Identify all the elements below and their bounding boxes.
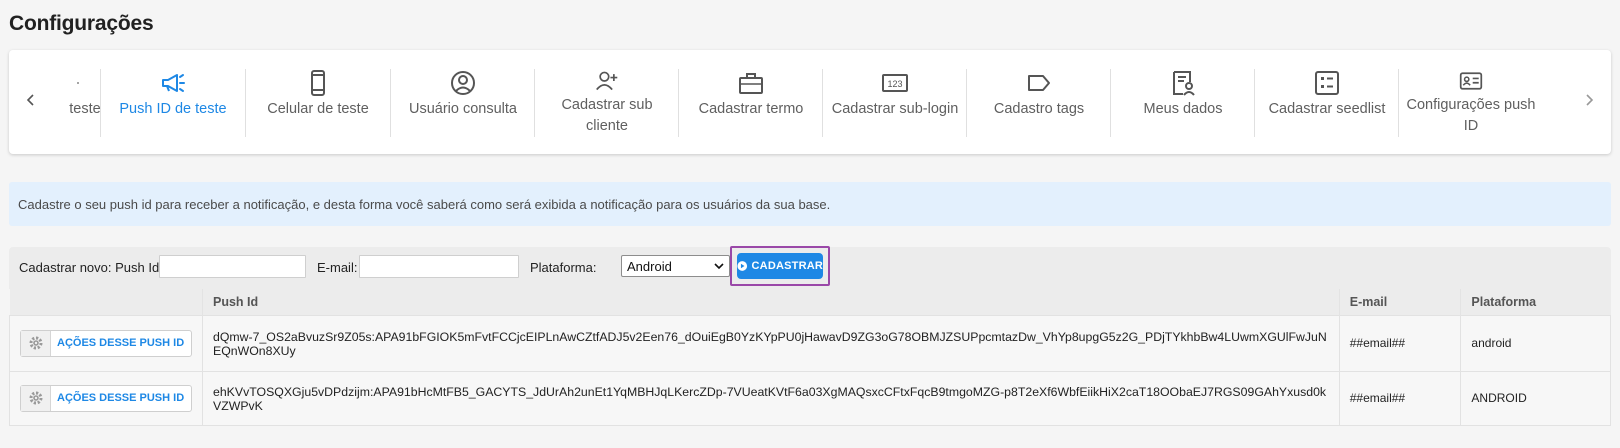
menu-item-usuario-consulta[interactable]: Usuário consulta <box>389 69 537 137</box>
column-header-email: E-mail <box>1338 289 1461 315</box>
actions-cell: AÇÕES DESSE PUSH ID <box>9 370 203 426</box>
menu-item-label: Celular de teste <box>267 101 369 117</box>
menu-item-cadastrar-sub-login[interactable]: 123 Cadastrar sub-login <box>821 69 969 137</box>
menu-item-cadastrar-sub-cliente[interactable]: Cadastrar sub cliente <box>533 69 681 137</box>
menu-item-celular-teste[interactable]: Celular de teste <box>244 69 392 137</box>
chevron-right-icon <box>1586 94 1594 106</box>
user-circle-icon <box>451 71 475 95</box>
table-header-row: Push Id E-mail Plataforma <box>9 289 1611 315</box>
actions-label: AÇÕES DESSE PUSH ID <box>57 392 185 404</box>
email-cell: ##email## <box>1338 370 1462 426</box>
menu-item-cadastrar-seedlist[interactable]: Cadastrar seedlist <box>1253 69 1401 137</box>
platform-select[interactable]: Android <box>621 255 730 277</box>
info-banner: Cadastre o seu push id para receber a no… <box>9 182 1611 226</box>
menu-item-label: Cadastrar seedlist <box>1268 101 1386 117</box>
tag-icon <box>1028 75 1050 91</box>
settings-menu: teste Push ID de teste Celular de teste <box>9 50 1611 154</box>
menu-item-meus-dados[interactable]: Meus dados <box>1109 69 1257 137</box>
actions-label: AÇÕES DESSE PUSH ID <box>57 337 185 349</box>
pin-123-icon: 123 <box>882 74 908 92</box>
platform-cell: android <box>1460 314 1611 372</box>
push-id-input[interactable] <box>159 255 306 278</box>
actions-cell: AÇÕES DESSE PUSH ID <box>9 314 203 372</box>
gear-icon <box>21 330 51 356</box>
email-cell: ##email## <box>1338 314 1462 372</box>
push-id-table: Push Id E-mail Plataforma AÇÕES DESSE PU… <box>9 289 1611 426</box>
menu-item-cadastro-tags[interactable]: Cadastro tags <box>965 69 1113 137</box>
table-row: AÇÕES DESSE PUSH ID dQmw-7_OS2aBvuzSr9Z0… <box>9 314 1611 372</box>
menu-item-label: teste <box>69 101 101 117</box>
menu-item-label: Usuário consulta <box>409 101 517 117</box>
menu-item-label: Cadastrar sub-login <box>831 101 959 117</box>
push-id-cell: ehKVvTOSQXGju5vDPdzijm:APA91bHcMtFB5_GAC… <box>202 370 1340 426</box>
menu-item-label: Push ID de teste <box>119 101 227 117</box>
platform-label: Plataforma: <box>530 260 597 275</box>
push-id-actions-button[interactable]: AÇÕES DESSE PUSH ID <box>20 384 192 412</box>
email-input[interactable] <box>359 255 519 278</box>
user-add-icon <box>596 71 618 91</box>
menu-item-cadastrar-termo[interactable]: Cadastrar termo <box>677 69 825 137</box>
push-id-label: Cadastrar novo: Push Id: <box>19 260 163 275</box>
menu-item-label: Configurações push ID <box>1406 97 1536 134</box>
menu-item-label: Cadastrar sub cliente <box>561 97 653 134</box>
column-header-platform: Plataforma <box>1460 289 1611 315</box>
smartphone-icon <box>311 70 325 96</box>
id-card-icon <box>1459 72 1483 90</box>
menu-item-label: Meus dados <box>1143 101 1223 117</box>
info-text: Cadastre o seu push id para receber a no… <box>18 196 831 212</box>
menu-item-configuracoes-push-id[interactable]: Configurações push ID <box>1397 69 1545 137</box>
menu-item-label: Cadastro tags <box>993 101 1085 117</box>
push-id-form: Cadastrar novo: Push Id: E-mail: Platafo… <box>9 246 1611 289</box>
megaphone-icon <box>162 74 185 92</box>
cadastrar-button[interactable]: CADASTRAR <box>737 253 823 279</box>
platform-cell: ANDROID <box>1460 370 1611 426</box>
carousel-next-button[interactable] <box>1577 88 1601 112</box>
svg-text:123: 123 <box>887 79 902 89</box>
push-id-actions-button[interactable]: AÇÕES DESSE PUSH ID <box>20 329 192 357</box>
page-title: Configurações <box>9 12 154 35</box>
menu-item-push-id-teste[interactable]: Push ID de teste <box>99 69 247 137</box>
chevron-down-icon <box>714 263 724 270</box>
push-id-cell: dQmw-7_OS2aBvuzSr9Z05s:APA91bFGIOK5mFvtF… <box>202 314 1340 372</box>
play-circle-icon <box>737 261 748 271</box>
column-header-actions <box>9 289 203 315</box>
column-header-push-id: Push Id <box>202 289 1340 315</box>
platform-selected-value: Android <box>627 259 672 274</box>
partial-icon <box>77 82 79 84</box>
profile-document-icon <box>1173 71 1195 96</box>
cadastrar-highlight: CADASTRAR <box>730 246 830 286</box>
table-row: AÇÕES DESSE PUSH ID ehKVvTOSQXGju5vDPdzi… <box>9 370 1611 426</box>
email-label: E-mail: <box>317 260 358 275</box>
cadastrar-label: CADASTRAR <box>751 260 823 272</box>
menu-item-label: Cadastrar termo <box>698 101 804 117</box>
list-box-icon <box>1315 71 1339 95</box>
gear-icon <box>21 385 51 411</box>
briefcase-icon <box>739 73 763 94</box>
